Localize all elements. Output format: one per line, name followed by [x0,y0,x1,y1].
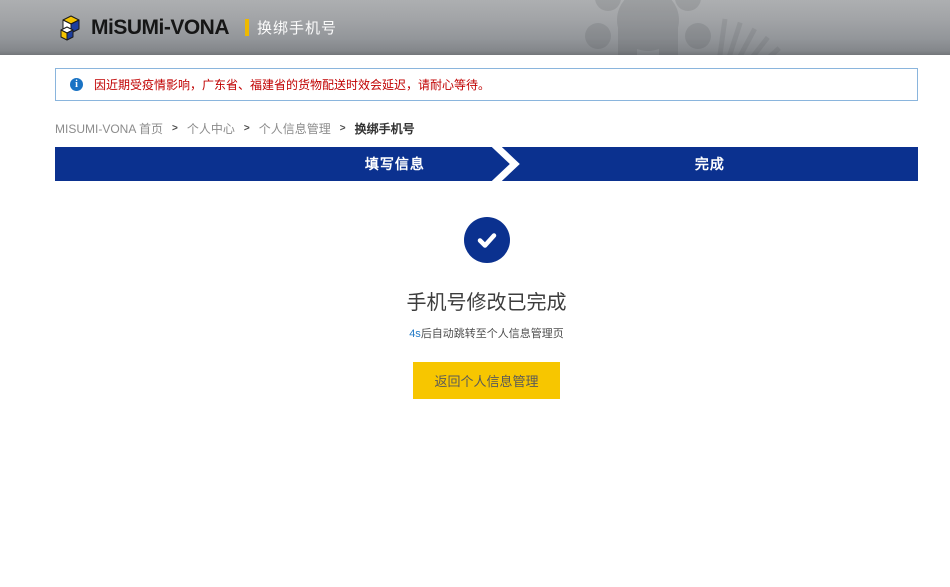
result-section: 手机号修改已完成 4s后自动跳转至个人信息管理页 返回个人信息管理 [55,217,918,399]
breadcrumb-separator: > [172,123,178,134]
breadcrumb-separator: > [244,123,250,134]
brand-cube-icon [58,13,85,42]
brand-name: MiSUMi-VONA [91,16,229,40]
redirect-text: 后自动跳转至个人信息管理页 [421,328,564,340]
redirect-note: 4s后自动跳转至个人信息管理页 [55,325,918,341]
success-check-circle [464,217,510,263]
result-title: 手机号修改已完成 [55,286,918,315]
breadcrumb-separator: > [340,123,346,134]
breadcrumb-personal-center[interactable]: 个人中心 [187,120,235,137]
check-icon [475,228,499,252]
breadcrumb-current-page: 换绑手机号 [355,120,415,137]
header-page-title: 换绑手机号 [257,17,337,38]
info-icon: i [70,78,83,91]
step-complete-label: 完成 [695,154,725,174]
redirect-countdown: 4s [409,328,421,340]
progress-steps: 填写信息 完成 [55,147,918,181]
title-accent-bar [245,19,249,36]
return-button[interactable]: 返回个人信息管理 [413,362,559,399]
app-header: MiSUMi-VONA 换绑手机号 [0,0,950,55]
header-title-group: 换绑手机号 [245,17,337,38]
step-fill-info: 填写信息 [55,147,510,181]
notice-text: 因近期受疫情影响，广东省、福建省的货物配送时效会延迟，请耐心等待。 [94,76,490,93]
breadcrumb: MISUMI-VONA 首页 > 个人中心 > 个人信息管理 > 换绑手机号 [55,120,918,137]
notice-banner: i 因近期受疫情影响，广东省、福建省的货物配送时效会延迟，请耐心等待。 [55,68,918,101]
step-fill-info-label: 填写信息 [365,154,425,174]
breadcrumb-home[interactable]: MISUMI-VONA 首页 [55,120,163,137]
step-complete: 完成 [502,147,918,181]
breadcrumb-personal-info[interactable]: 个人信息管理 [259,120,331,137]
brand-logo[interactable]: MiSUMi-VONA [58,13,229,42]
